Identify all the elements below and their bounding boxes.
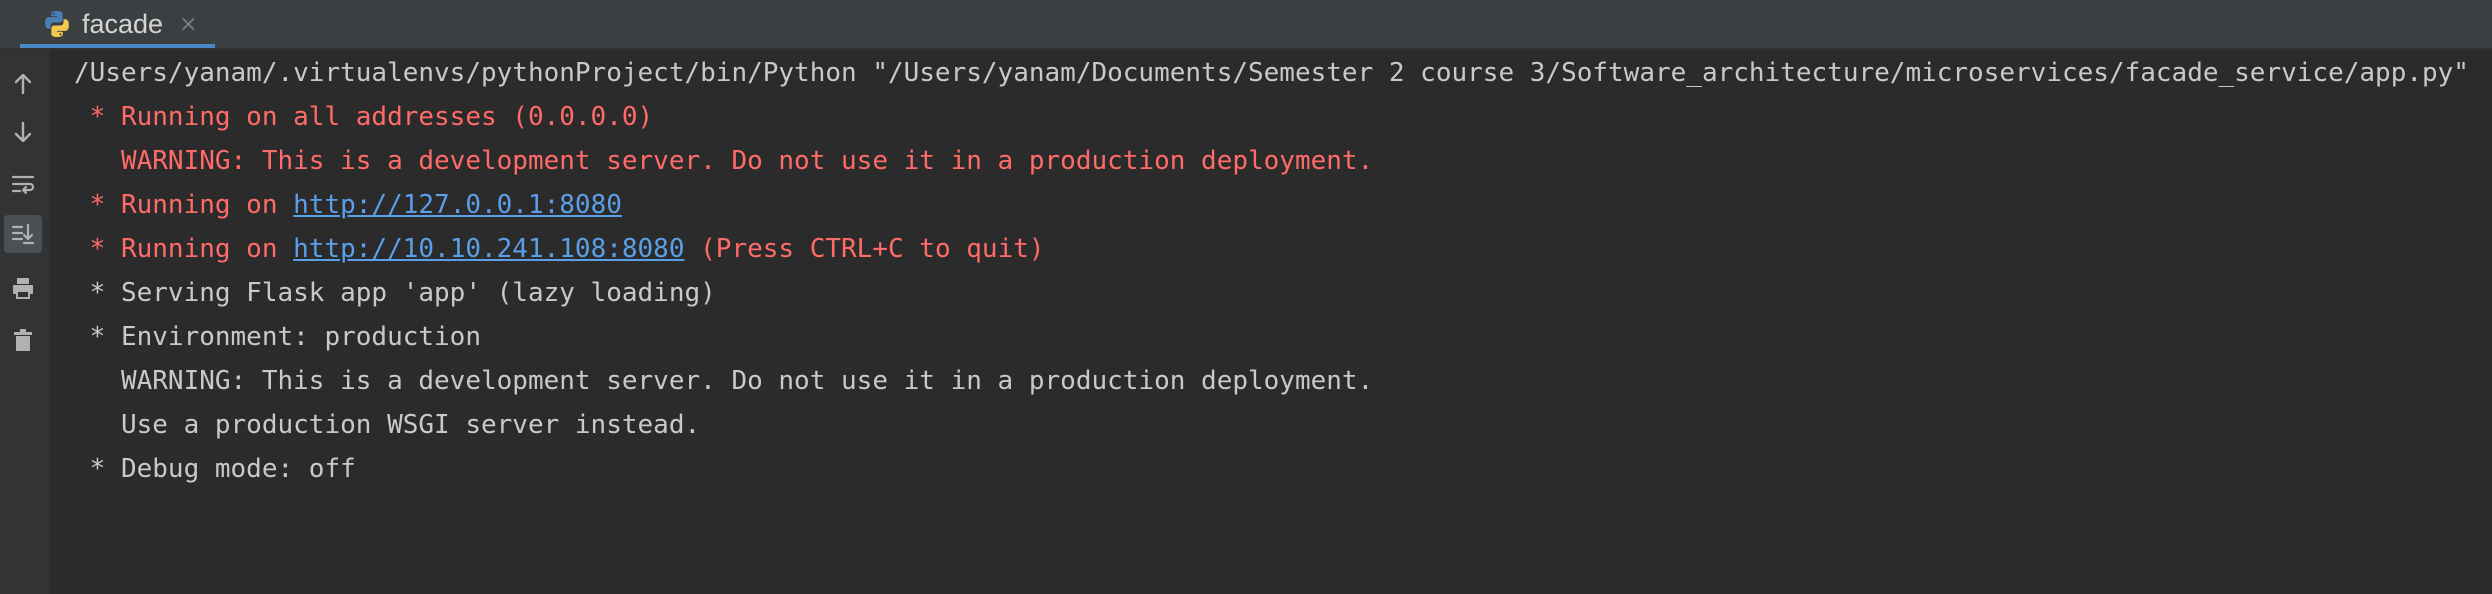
tab-facade[interactable]: facade × <box>20 0 215 48</box>
console-toolbar <box>0 49 49 594</box>
network-url-link[interactable]: http://10.10.241.108:8080 <box>293 234 684 264</box>
output-line-debug: * Debug mode: off <box>74 454 356 484</box>
print-icon[interactable] <box>4 269 42 307</box>
output-line-running-network: * Running on http://10.10.241.108:8080 (… <box>74 229 1045 269</box>
output-line-warning-2: WARNING: This is a development server. D… <box>74 366 1374 396</box>
line-suffix: (Press CTRL+C to quit) <box>684 234 1045 264</box>
active-tab-indicator <box>20 44 215 48</box>
python-icon <box>45 11 69 37</box>
soft-wrap-icon[interactable] <box>4 165 42 203</box>
local-url-link[interactable]: http://127.0.0.1:8080 <box>293 190 622 220</box>
output-line-running-local: * Running on http://127.0.0.1:8080 <box>74 185 622 225</box>
line-prefix: * Running on <box>74 190 294 220</box>
command-line: /Users/yanam/.virtualenvs/pythonProject/… <box>74 58 2469 88</box>
output-line-serving: * Serving Flask app 'app' (lazy loading) <box>74 278 716 308</box>
output-line-warning: WARNING: This is a development server. D… <box>74 146 1374 176</box>
output-line-wsgi: Use a production WSGI server instead. <box>74 410 701 440</box>
scroll-to-end-icon[interactable] <box>4 215 42 253</box>
line-prefix: * Running on <box>74 234 294 264</box>
output-line-running-all: * Running on all addresses (0.0.0.0) <box>74 102 654 132</box>
tab-title: facade <box>82 8 164 39</box>
trash-icon[interactable] <box>4 321 42 359</box>
run-tab-bar: facade × <box>0 0 2492 49</box>
arrow-up-icon[interactable] <box>4 65 42 103</box>
output-line-environment: * Environment: production <box>74 322 481 352</box>
close-icon[interactable]: × <box>179 12 197 37</box>
console-output[interactable]: /Users/yanam/.virtualenvs/pythonProject/… <box>49 49 2492 594</box>
arrow-down-icon[interactable] <box>4 113 42 151</box>
